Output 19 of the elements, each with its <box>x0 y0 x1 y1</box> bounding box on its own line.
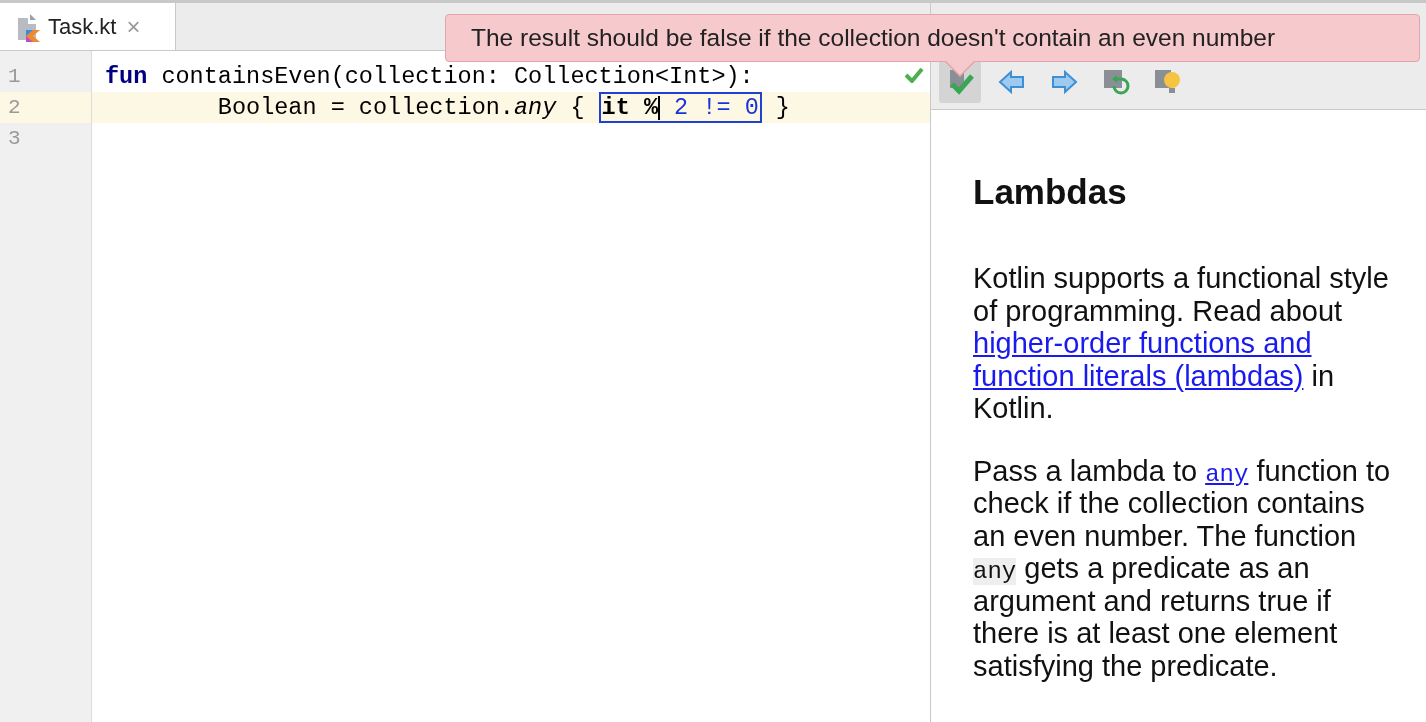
answer-box[interactable]: it % 2 != 0 <box>598 92 762 123</box>
tooltip-pointer <box>945 61 975 77</box>
code-text: containsEven(collection: Collection<Int>): <box>160 63 754 90</box>
lesson-paragraph: Kotlin supports a functional style of programming. Read about higher-order functions and function literals (lambdas) in Kotlin. <box>973 262 1390 425</box>
file-tab[interactable]: Task.kt × <box>0 3 176 50</box>
code-text: { <box>569 94 586 121</box>
line-number: 3 <box>7 126 22 152</box>
code-keyword: fun <box>105 63 148 90</box>
lesson-title: Lambdas <box>973 172 1128 212</box>
code-function: any <box>513 94 557 121</box>
docs-link[interactable]: higher-order functions and <box>973 327 1312 359</box>
line-number: 1 <box>7 64 22 90</box>
docs-link[interactable]: function literals (lambdas) <box>973 359 1304 392</box>
line-number: 2 <box>0 92 91 123</box>
lesson-paragraph: Pass a lambda to any function to check if the collection contains an even number. The function any gets a predicate as an argument and returns true if there is at least one element satisfying the predicate. <box>973 454 1392 682</box>
code-text: Boolean = collection. <box>216 94 514 121</box>
code-link[interactable]: any <box>1205 460 1249 488</box>
kotlin-file-icon <box>16 11 42 42</box>
code-text: } <box>774 94 790 121</box>
